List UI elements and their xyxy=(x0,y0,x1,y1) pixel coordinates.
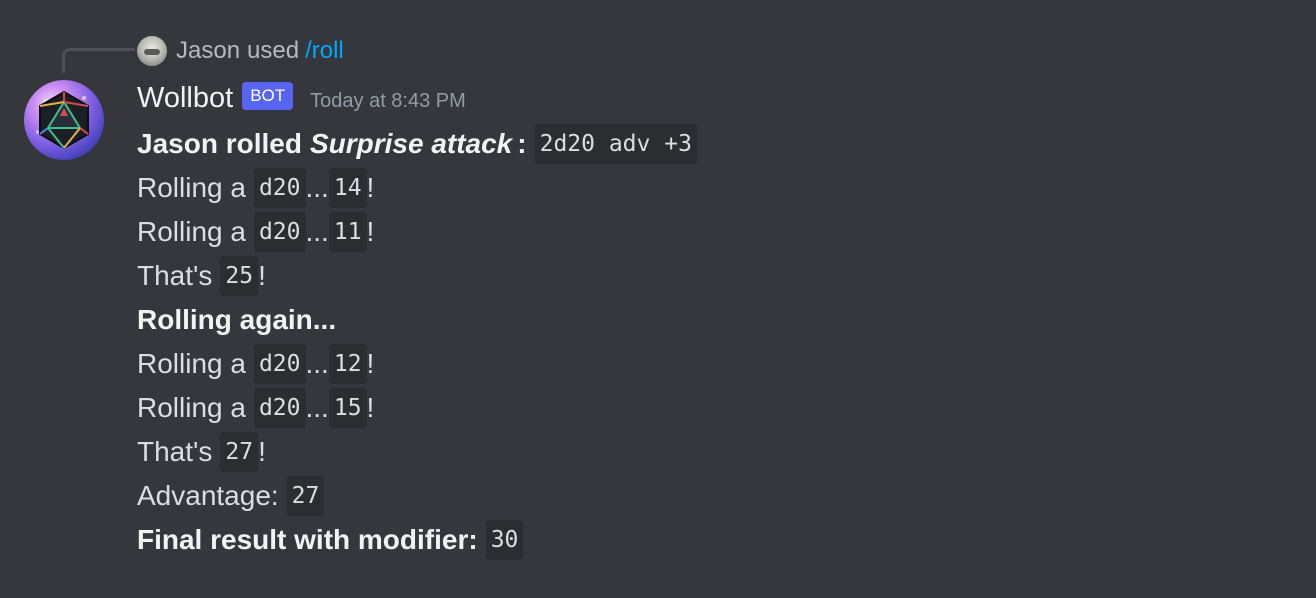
roll-expression-code: 2d20 adv +3 xyxy=(534,124,697,164)
bang-text: ! xyxy=(366,216,375,247)
die-code: d20 xyxy=(253,212,306,252)
rolling-a-text: Rolling a xyxy=(137,216,246,247)
roll-result-code: 15 xyxy=(328,388,367,428)
slash-command-link[interactable]: /roll xyxy=(305,37,344,65)
roll-name: Surprise attack xyxy=(309,128,513,159)
advantage-line: Advantage: 27 xyxy=(137,474,697,518)
roll-line: Rolling a d20... 14! xyxy=(137,166,697,210)
ellipsis-text: ... xyxy=(305,392,329,423)
reply-spine xyxy=(62,48,135,73)
rolling-a-text: Rolling a xyxy=(137,392,246,423)
roll-line: Rolling a d20... 15! xyxy=(137,386,697,430)
roll-line: Rolling a d20... 11! xyxy=(137,210,697,254)
bang-text: ! xyxy=(366,172,375,203)
rolling-again-text: Rolling again... xyxy=(137,304,337,335)
roll-result-code: 11 xyxy=(328,212,367,252)
reply-used-text: used xyxy=(247,37,300,64)
reply-user-avatar[interactable] xyxy=(137,36,167,66)
bang-text: ! xyxy=(366,348,375,379)
total-line: That's 27! xyxy=(137,430,697,474)
total-code: 25 xyxy=(220,256,259,296)
die-code: d20 xyxy=(253,168,306,208)
bang-text: ! xyxy=(258,436,266,467)
final-result-line: Final result with modifier: 30 xyxy=(137,518,697,562)
chat-message: Jason used /roll Wollbot BOT Today at 8:… xyxy=(0,0,1316,598)
reply-username[interactable]: Jason xyxy=(176,37,240,65)
bot-avatar[interactable] xyxy=(24,80,104,160)
roll-intro-colon: : xyxy=(517,128,527,159)
ellipsis-text: ... xyxy=(305,348,329,379)
message-timestamp[interactable]: Today at 8:43 PM xyxy=(310,90,466,113)
message-content: Jason rolled Surprise attack:2d20 adv +3 … xyxy=(137,122,697,562)
thats-text: That's xyxy=(137,260,213,291)
rolling-a-text: Rolling a xyxy=(137,348,246,379)
bot-username[interactable]: Wollbot xyxy=(137,82,233,115)
ellipsis-text: ... xyxy=(305,216,329,247)
bang-text: ! xyxy=(366,392,375,423)
advantage-label: Advantage: xyxy=(137,480,279,511)
advantage-value-code: 27 xyxy=(286,476,325,516)
bang-text: ! xyxy=(258,260,266,291)
command-usage-line[interactable]: Jason used /roll xyxy=(137,35,344,67)
roll-line: Rolling a d20... 12! xyxy=(137,342,697,386)
message-header: Wollbot BOT Today at 8:43 PM xyxy=(137,80,466,116)
total-code: 27 xyxy=(220,432,259,472)
thats-text: That's xyxy=(137,436,213,467)
final-result-code: 30 xyxy=(485,520,524,560)
roll-intro-line: Jason rolled Surprise attack:2d20 adv +3 xyxy=(137,122,697,166)
final-result-label: Final result with modifier: xyxy=(137,524,478,555)
roll-result-code: 12 xyxy=(328,344,367,384)
rolling-a-text: Rolling a xyxy=(137,172,246,203)
bot-badge: BOT xyxy=(242,82,294,110)
roll-result-code: 14 xyxy=(328,168,367,208)
d20-dice-icon xyxy=(36,90,89,150)
die-code: d20 xyxy=(253,388,306,428)
die-code: d20 xyxy=(253,344,306,384)
rolling-again-line: Rolling again... xyxy=(137,298,697,342)
roll-intro-prefix: Jason rolled xyxy=(137,128,302,159)
ellipsis-text: ... xyxy=(305,172,329,203)
total-line: That's 25! xyxy=(137,254,697,298)
